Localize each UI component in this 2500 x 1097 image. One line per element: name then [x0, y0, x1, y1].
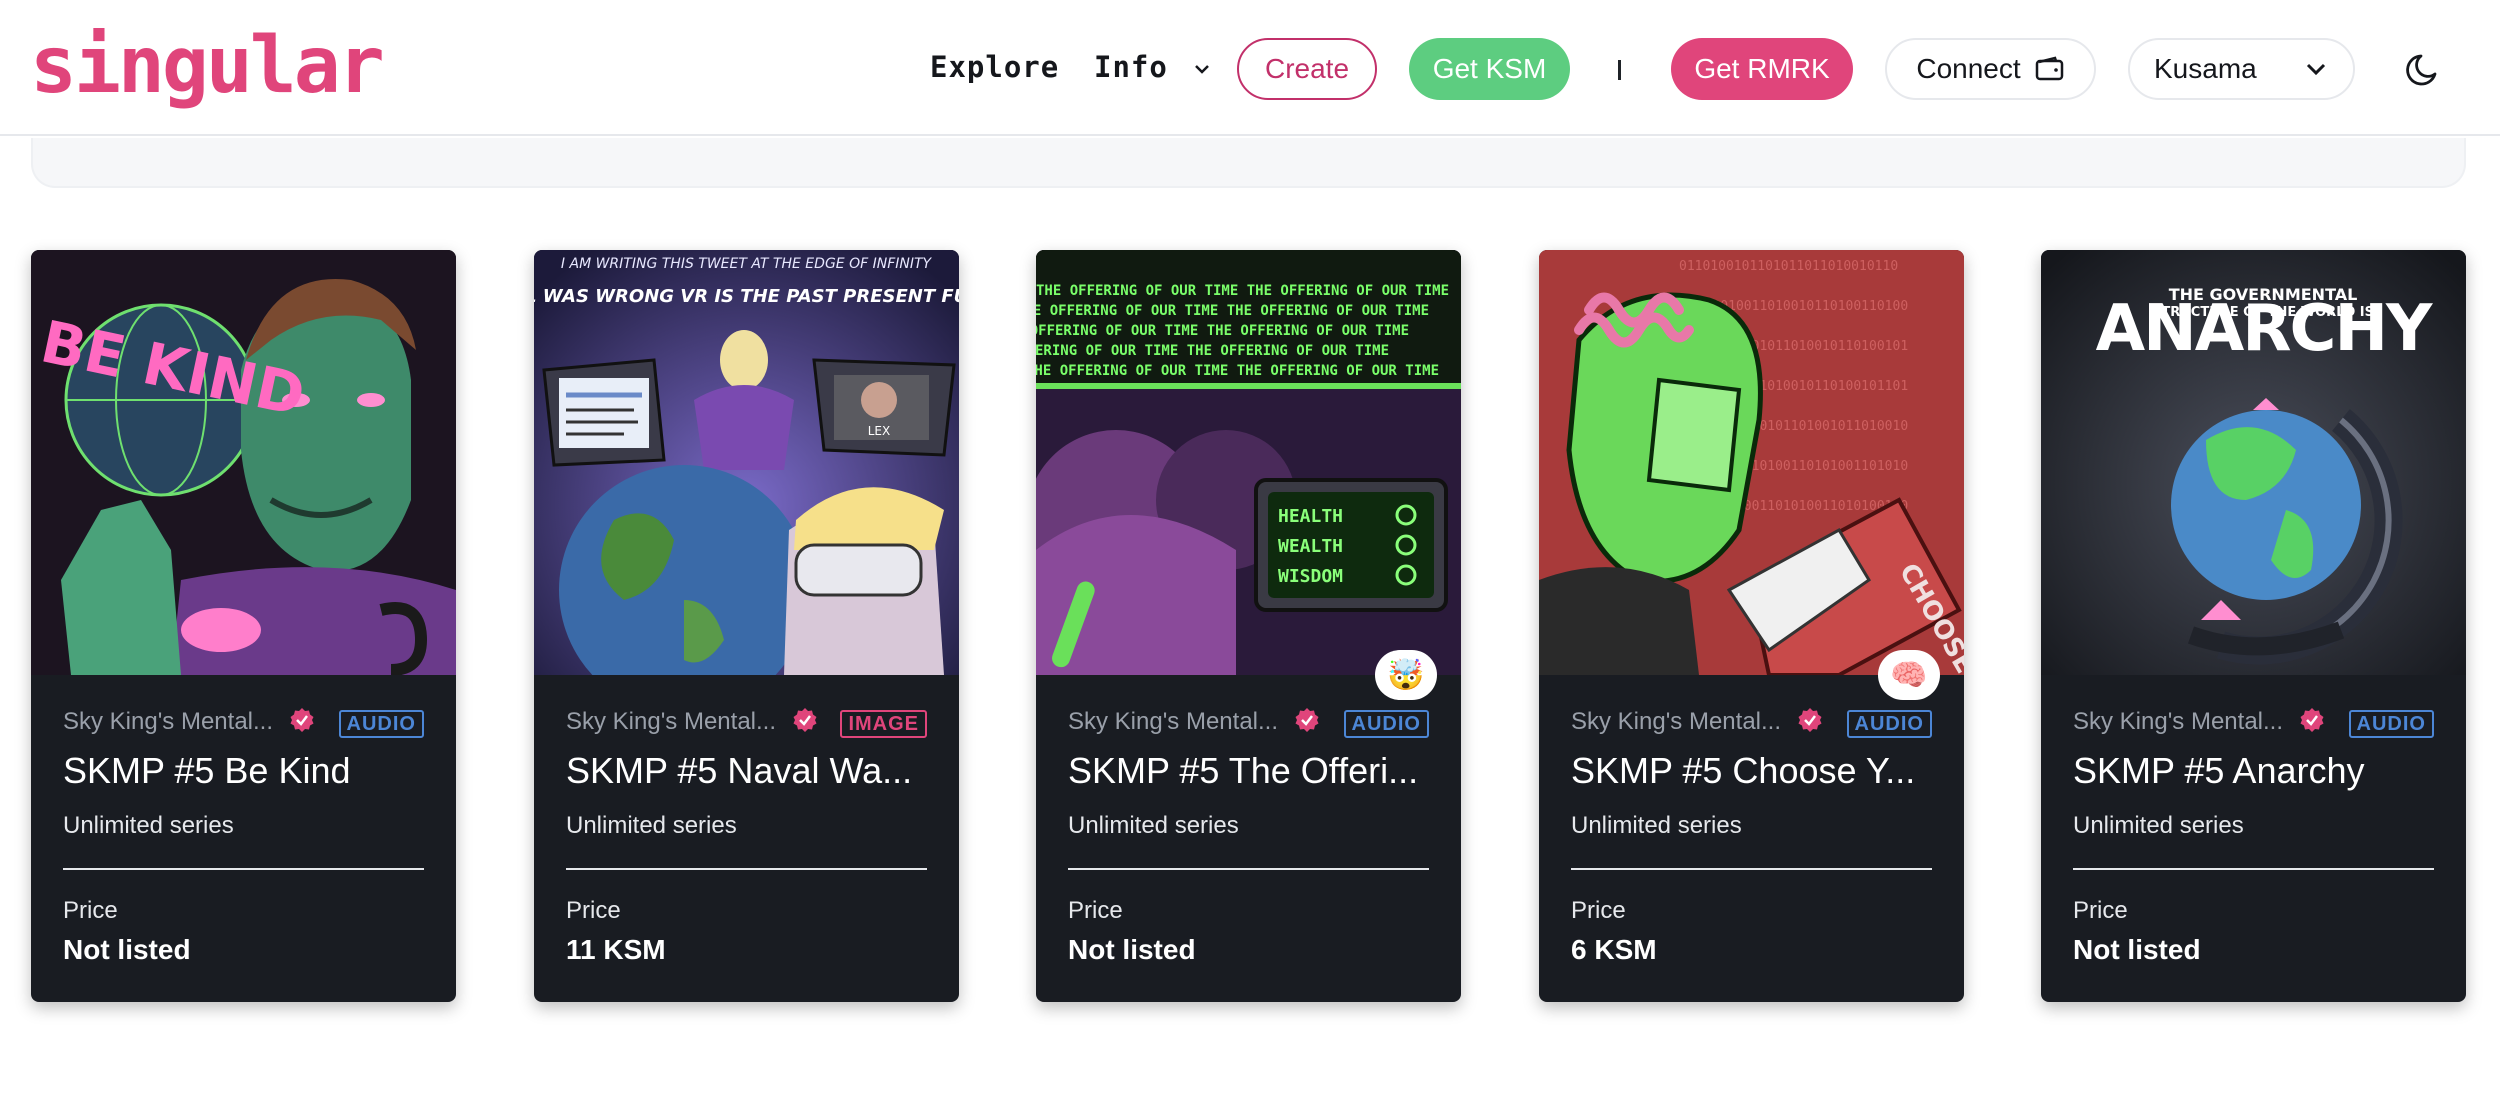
verified-badge-icon [2300, 708, 2324, 732]
nft-card[interactable]: BE KIND Sky King's Mental... AUDIO SKMP … [31, 250, 456, 1002]
nft-artwork[interactable]: I AM WRITING THIS TWEET AT THE EDGE OF I… [534, 250, 959, 675]
artwork-text: NAVAL WAS WRONG VR IS THE PAST PRESENT F… [534, 286, 959, 307]
collection-name[interactable]: Sky King's Mental... [566, 708, 776, 736]
get-rmrk-button[interactable]: Get RMRK [1671, 38, 1853, 100]
price-value: Not listed [2073, 934, 2201, 965]
edition-info: Unlimited series [2073, 812, 2244, 839]
edition-info: Unlimited series [566, 812, 737, 839]
artwork-text: THE OFFERING OF OUR TIME THE OFFERING OF… [1036, 363, 1439, 379]
nav-info-label: Info [1094, 50, 1168, 84]
card-divider [1068, 868, 1429, 870]
get-ksm-button[interactable]: Get KSM [1409, 38, 1570, 100]
nft-card[interactable]: ANARCHY THE GOVERNMENTAL STRUCTURE OF TH… [2041, 250, 2466, 1002]
connect-label: Connect [1916, 53, 2021, 84]
price-value: Not listed [63, 934, 191, 965]
dark-mode-moon-icon[interactable] [2405, 50, 2443, 88]
network-select[interactable]: Kusama [2128, 38, 2355, 100]
verified-badge-icon [793, 708, 817, 732]
nft-card[interactable]: THE OFFERING OF OUR TIME THE OFFERING OF… [1036, 250, 1461, 1002]
card-divider [63, 868, 424, 870]
nft-artwork[interactable]: BE KIND [31, 250, 456, 675]
svg-text:0110100101101011011010010110: 0110100101101011011010010110 [1679, 259, 1898, 274]
nft-artwork[interactable]: 0110100101101011011010010110 10110100110… [1539, 250, 1964, 675]
verified-badge-icon [1798, 708, 1822, 732]
artwork-text: WEALTH [1278, 536, 1343, 557]
collection-name[interactable]: Sky King's Mental... [63, 708, 273, 736]
nft-title[interactable]: SKMP #5 Choose Y... [1571, 750, 1941, 792]
nft-artwork[interactable]: THE OFFERING OF OUR TIME THE OFFERING OF… [1036, 250, 1461, 675]
edition-info: Unlimited series [1571, 812, 1742, 839]
artwork-text: STRUCTURE OF THE WORLD IS [2152, 305, 2374, 320]
nft-card[interactable]: 0110100101101011011010010110 10110100110… [1539, 250, 1964, 1002]
verified-badge-icon [290, 708, 314, 732]
nft-card[interactable]: I AM WRITING THIS TWEET AT THE EDGE OF I… [534, 250, 959, 1002]
price-value: Not listed [1068, 934, 1196, 965]
price-value: 11 KSM [566, 934, 666, 965]
create-button[interactable]: Create [1237, 38, 1377, 100]
price-label: Price [1571, 897, 1626, 924]
artwork-text: THE GOVERNMENTAL [2169, 285, 2358, 304]
filter-panel [31, 138, 2466, 188]
price-value: 6 KSM [1571, 934, 1657, 965]
nft-title[interactable]: SKMP #5 Naval Wa... [566, 750, 936, 792]
logo-wordmark: singular [30, 21, 385, 111]
price-label: Price [63, 897, 118, 924]
chevron-down-icon [2306, 63, 2326, 76]
artwork-text: HEALTH [1278, 506, 1343, 527]
top-navbar: singular Explore Info Create Get KSM Get… [0, 0, 2500, 136]
nav-explore-link[interactable]: Explore [930, 50, 1059, 84]
nav-info-menu[interactable]: Info [1094, 50, 1210, 84]
artwork-text: LEX [868, 424, 891, 438]
artwork-text: THE OFFERING OF OUR TIME THE OFFERING OF… [1036, 303, 1429, 319]
reaction-emoji[interactable]: 🤯 [1375, 650, 1437, 700]
media-type-badge: AUDIO [1343, 710, 1429, 738]
connect-wallet-button[interactable]: Connect [1885, 38, 2096, 100]
media-type-badge: AUDIO [2348, 710, 2434, 738]
edition-info: Unlimited series [1068, 812, 1239, 839]
artwork-text: THE OFFERING OF OUR TIME THE OFFERING OF… [1036, 283, 1449, 299]
chevron-down-icon [1195, 65, 1210, 74]
artwork-text: I AM WRITING THIS TWEET AT THE EDGE OF I… [561, 256, 933, 272]
media-type-badge: AUDIO [338, 710, 424, 738]
artwork-text: WISDOM [1278, 566, 1343, 587]
price-label: Price [1068, 897, 1123, 924]
nft-title[interactable]: SKMP #5 Anarchy [2073, 750, 2443, 792]
nft-artwork[interactable]: ANARCHY THE GOVERNMENTAL STRUCTURE OF TH… [2041, 250, 2466, 675]
media-type-badge: IMAGE [840, 710, 927, 738]
nft-title[interactable]: SKMP #5 The Offeri... [1068, 750, 1438, 792]
collection-name[interactable]: Sky King's Mental... [2073, 708, 2283, 736]
artwork-text: THE OFFERING OF OUR TIME THE OFFERING OF… [1036, 323, 1409, 339]
verified-badge-icon [1295, 708, 1319, 732]
collection-name[interactable]: Sky King's Mental... [1068, 708, 1278, 736]
price-label: Price [566, 897, 621, 924]
nft-title[interactable]: SKMP #5 Be Kind [63, 750, 433, 792]
reaction-emoji[interactable]: 🧠 [1878, 650, 1940, 700]
card-divider [1571, 868, 1932, 870]
media-type-badge: AUDIO [1846, 710, 1932, 738]
edition-info: Unlimited series [63, 812, 234, 839]
collection-name[interactable]: Sky King's Mental... [1571, 708, 1781, 736]
nav-separator [1618, 60, 1621, 80]
card-divider [566, 868, 927, 870]
singular-logo[interactable]: singular [30, 24, 385, 108]
wallet-icon [2035, 56, 2063, 81]
network-selected-value: Kusama [2154, 53, 2257, 84]
price-label: Price [2073, 897, 2128, 924]
artwork-text: THE OFFERING OF OUR TIME THE OFFERING OF… [1036, 343, 1389, 359]
card-divider [2073, 868, 2434, 870]
